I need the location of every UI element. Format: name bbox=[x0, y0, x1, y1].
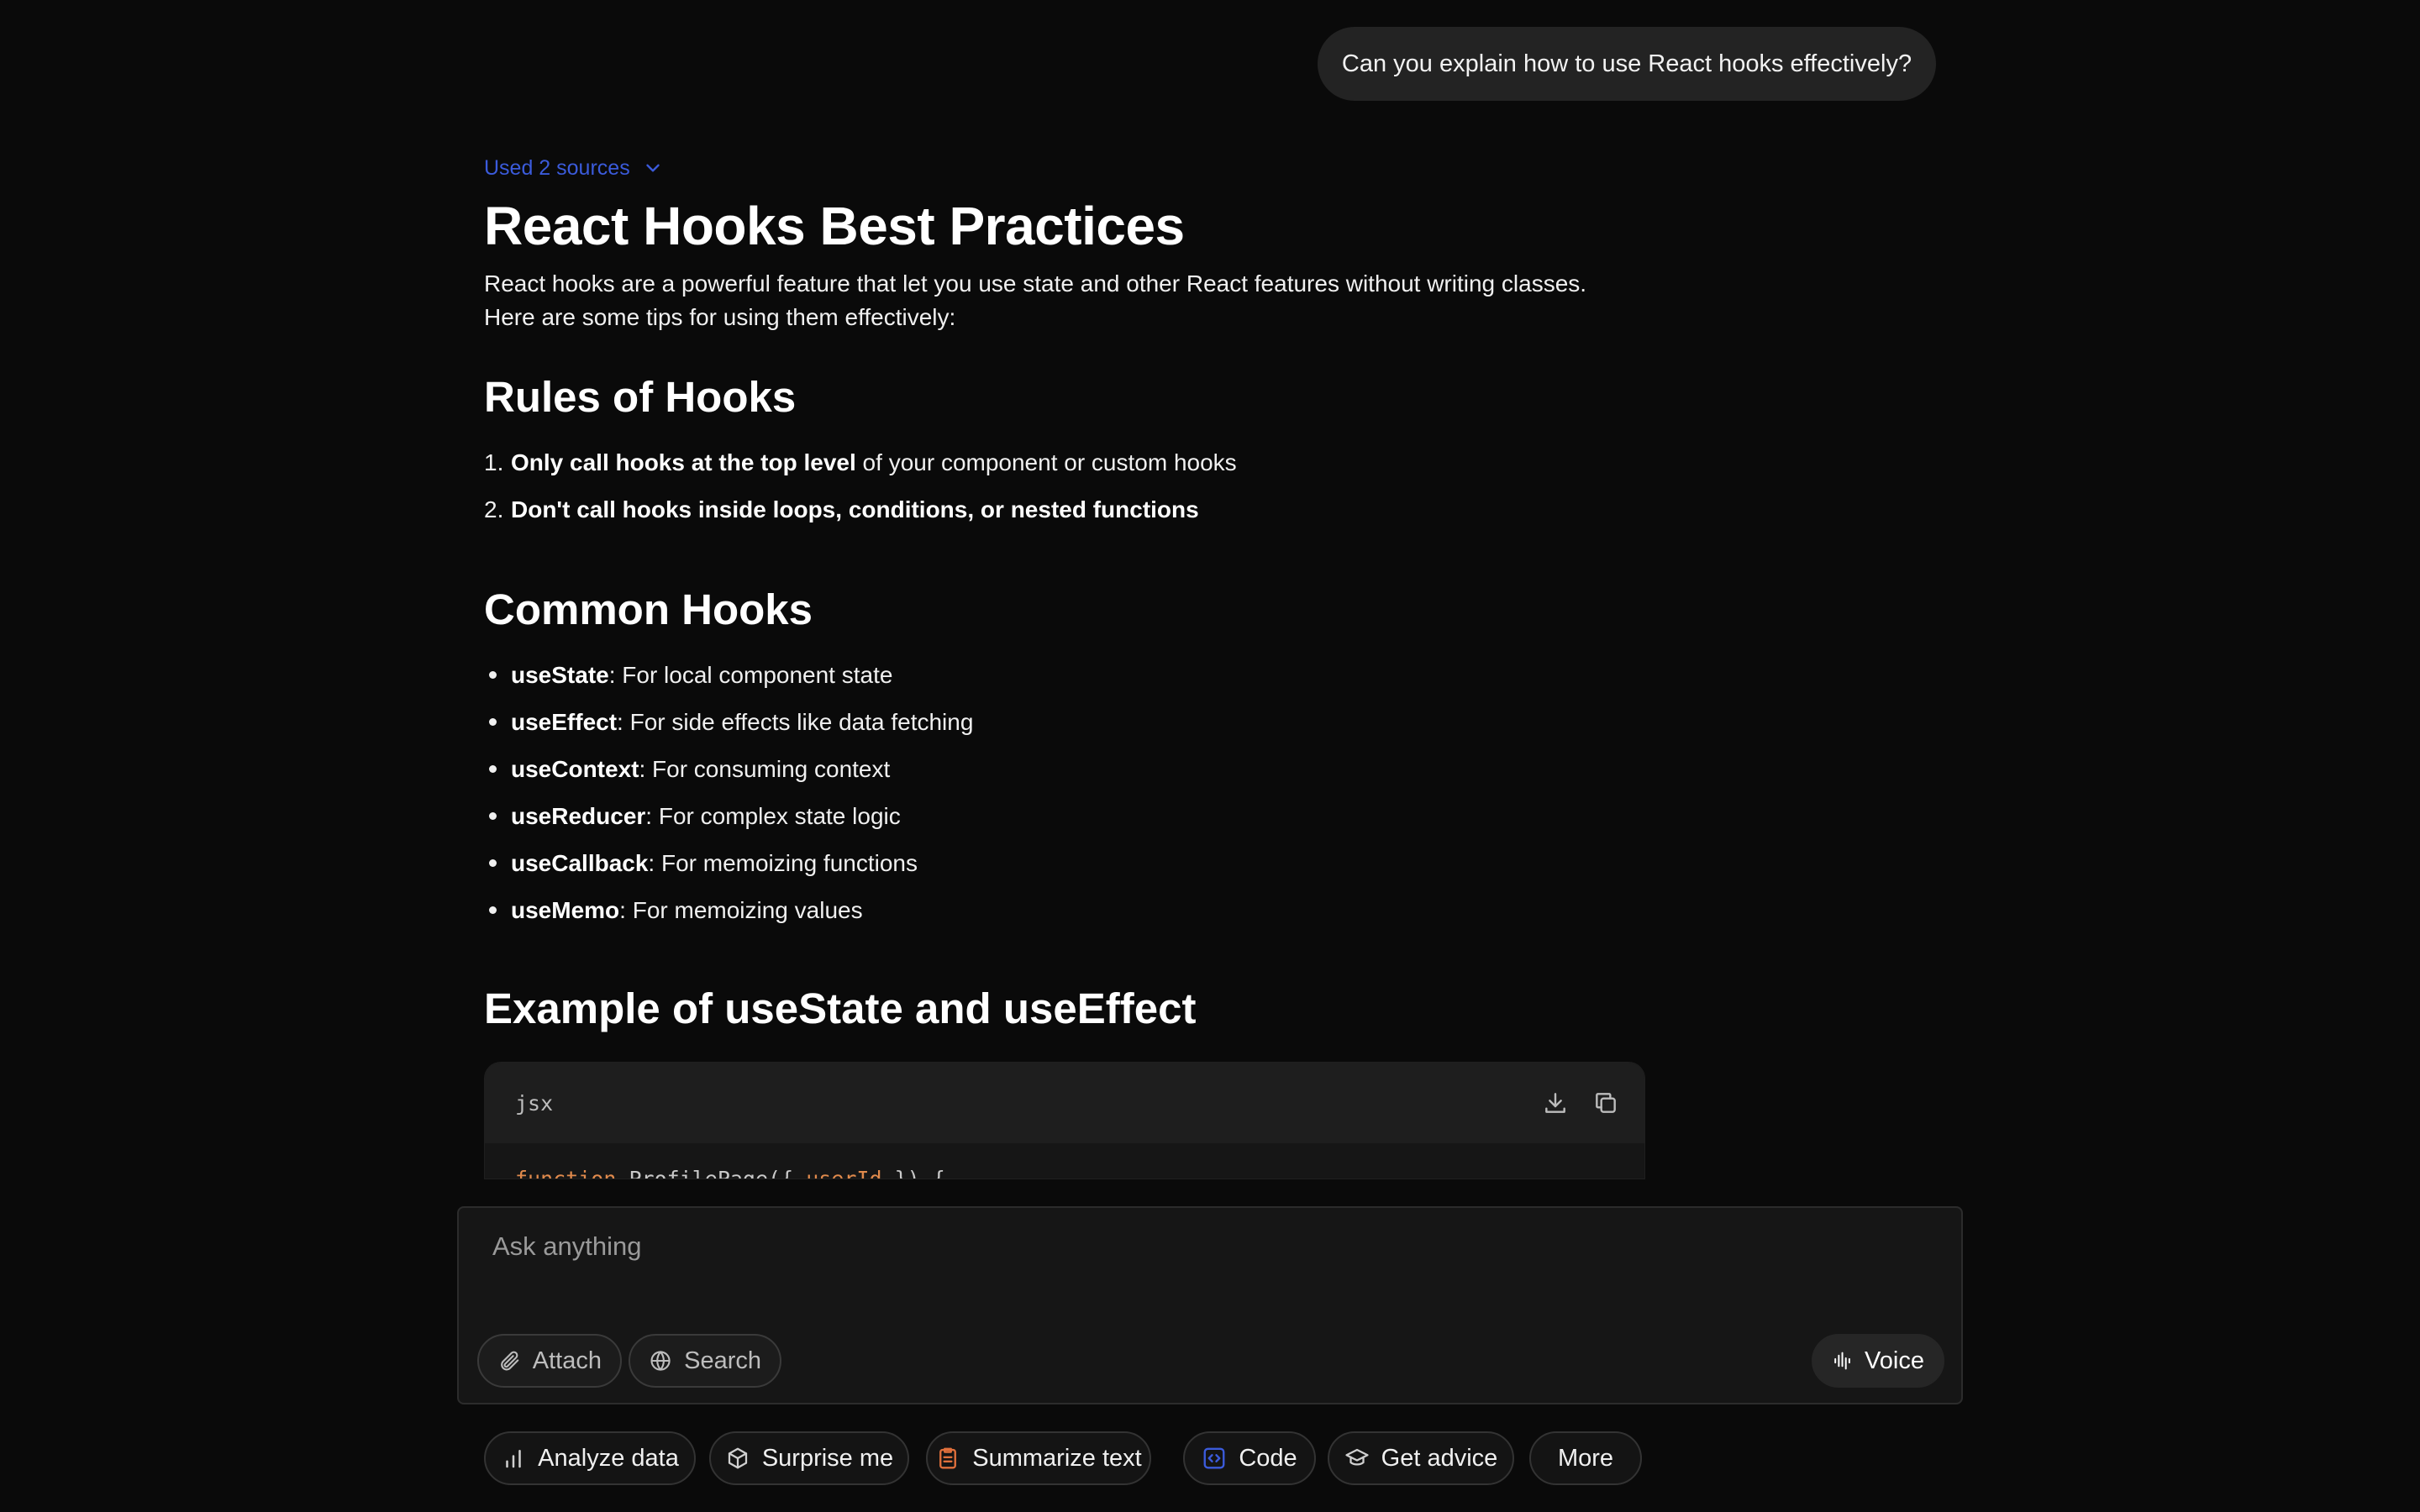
code-line-end: }) { bbox=[881, 1167, 945, 1179]
download-icon[interactable] bbox=[1542, 1089, 1569, 1116]
code-icon bbox=[1203, 1447, 1225, 1469]
list-item: useReducer: For complex state logic bbox=[484, 793, 1660, 840]
analyze-data-chip[interactable]: Analyze data bbox=[484, 1431, 696, 1485]
surprise-me-chip[interactable]: Surprise me bbox=[709, 1431, 909, 1485]
hook-desc: : For memoizing values bbox=[619, 896, 863, 923]
sources-label: Used 2 sources bbox=[484, 155, 630, 180]
hook-name: useCallback bbox=[511, 849, 649, 876]
list-item: useCallback: For memoizing functions bbox=[484, 840, 1660, 887]
intro-line-2: Here are some tips for using them effect… bbox=[484, 303, 956, 330]
rule-bold-text: Only call hooks at the top level bbox=[511, 449, 856, 475]
intro-paragraph: React hooks are a powerful feature that … bbox=[484, 267, 1660, 334]
bullet-icon bbox=[484, 765, 511, 773]
chevron-down-icon bbox=[646, 164, 660, 172]
hook-name: useEffect bbox=[511, 708, 618, 735]
rules-list: 1. Only call hooks at the top level of y… bbox=[484, 439, 1660, 533]
list-number: 2. bbox=[484, 496, 504, 522]
message-input[interactable] bbox=[492, 1231, 1837, 1262]
hook-desc: : For memoizing functions bbox=[648, 849, 918, 876]
example-heading: Example of useState and useEffect bbox=[484, 984, 1197, 1032]
search-label: Search bbox=[684, 1347, 761, 1374]
bullet-icon bbox=[484, 671, 511, 679]
more-chip[interactable]: More bbox=[1529, 1431, 1642, 1485]
attach-button[interactable]: Attach bbox=[477, 1334, 622, 1388]
response-title: React Hooks Best Practices bbox=[484, 196, 1185, 256]
voice-button[interactable]: Voice bbox=[1812, 1334, 1944, 1388]
hook-name: useState bbox=[511, 661, 609, 688]
code-function-name: ProfilePage({ bbox=[616, 1167, 807, 1179]
clipboard-icon bbox=[939, 1447, 957, 1469]
hooks-list: useState: For local component state useE… bbox=[484, 652, 1660, 934]
hook-name: useMemo bbox=[511, 896, 620, 923]
sources-toggle[interactable]: Used 2 sources bbox=[484, 143, 1660, 193]
get-advice-chip[interactable]: Get advice bbox=[1328, 1431, 1514, 1485]
list-item: useContext: For consuming context bbox=[484, 746, 1660, 793]
code-param: userId bbox=[806, 1167, 882, 1179]
code-language-label: jsx bbox=[515, 1090, 554, 1116]
rule-text: of your component or custom hooks bbox=[855, 449, 1237, 475]
voice-label: Voice bbox=[1865, 1347, 1924, 1374]
graduation-cap-icon bbox=[1345, 1448, 1369, 1466]
list-item: 2. Don't call hooks inside loops, condit… bbox=[484, 486, 1660, 533]
rules-heading: Rules of Hooks bbox=[484, 372, 797, 421]
bullet-icon bbox=[484, 906, 511, 914]
rule-bold-text: Don't call hooks inside loops, condition… bbox=[511, 496, 1199, 522]
common-hooks-heading: Common Hooks bbox=[484, 585, 813, 633]
waveform-icon bbox=[1834, 1352, 1850, 1370]
bullet-icon bbox=[484, 859, 511, 867]
bullet-icon bbox=[484, 812, 511, 820]
hook-desc: : For side effects like data fetching bbox=[617, 708, 974, 735]
bullet-icon bbox=[484, 718, 511, 726]
chip-label: More bbox=[1557, 1444, 1614, 1472]
list-item: useMemo: For memoizing values bbox=[484, 887, 1660, 934]
code-block: jsx function ProfilePage({ userId }) { bbox=[484, 1062, 1645, 1179]
chat-page: Can you explain how to use React hooks e… bbox=[0, 0, 2420, 1512]
hook-desc: : For complex state logic bbox=[645, 802, 901, 829]
code-line: function ProfilePage({ userId }) { bbox=[485, 1143, 1644, 1179]
hook-desc: : For consuming context bbox=[639, 755, 891, 782]
search-button[interactable]: Search bbox=[629, 1334, 781, 1388]
chip-label: Get advice bbox=[1381, 1444, 1498, 1472]
hook-name: useContext bbox=[511, 755, 639, 782]
chip-label: Summarize text bbox=[972, 1444, 1142, 1472]
code-header: jsx bbox=[485, 1063, 1644, 1143]
chip-label: Code bbox=[1239, 1444, 1297, 1472]
chip-label: Analyze data bbox=[538, 1444, 679, 1472]
composer: Attach Search Voice bbox=[457, 1206, 1963, 1404]
code-actions bbox=[1542, 1089, 1619, 1116]
summarize-text-chip[interactable]: Summarize text bbox=[926, 1431, 1151, 1485]
paperclip-icon bbox=[501, 1351, 519, 1371]
list-number: 1. bbox=[484, 449, 504, 475]
hook-desc: : For local component state bbox=[608, 661, 893, 688]
user-message-text: Can you explain how to use React hooks e… bbox=[1341, 50, 1912, 77]
assistant-response: Used 2 sources React Hooks Best Practice… bbox=[484, 143, 1660, 1034]
globe-icon bbox=[650, 1351, 671, 1371]
user-message-bubble: Can you explain how to use React hooks e… bbox=[1318, 27, 1936, 101]
code-keyword: function bbox=[515, 1167, 617, 1179]
list-item: useState: For local component state bbox=[484, 652, 1660, 699]
attach-label: Attach bbox=[532, 1347, 602, 1374]
hook-name: useReducer bbox=[511, 802, 646, 829]
intro-line-1: React hooks are a powerful feature that … bbox=[484, 270, 1587, 297]
list-item: 1. Only call hooks at the top level of y… bbox=[484, 439, 1660, 486]
list-item: useEffect: For side effects like data fe… bbox=[484, 699, 1660, 746]
chip-label: Surprise me bbox=[761, 1444, 894, 1472]
cube-icon bbox=[728, 1447, 747, 1469]
code-chip[interactable]: Code bbox=[1183, 1431, 1316, 1485]
bar-chart-icon bbox=[506, 1450, 521, 1468]
copy-icon[interactable] bbox=[1592, 1089, 1619, 1116]
